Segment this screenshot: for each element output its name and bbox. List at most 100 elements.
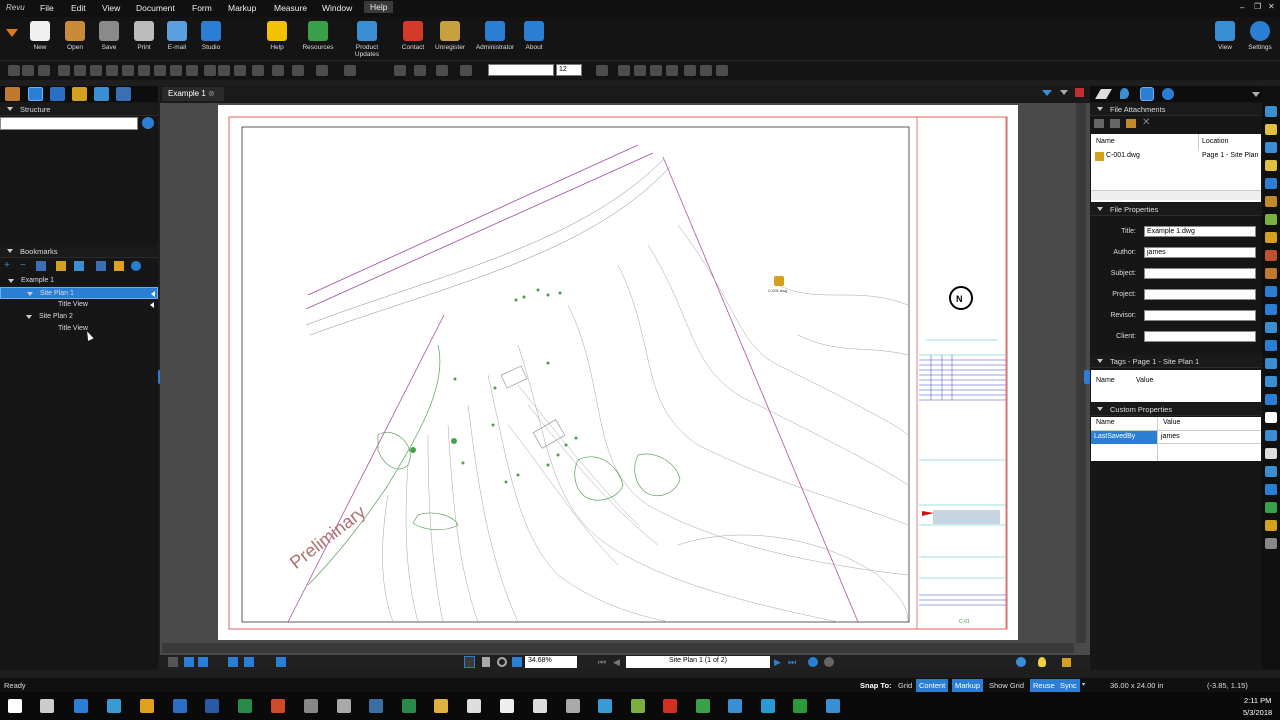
restore-button[interactable]: ❐ xyxy=(1254,2,1261,11)
task-view-icon[interactable] xyxy=(40,699,54,713)
file-attachment-icon[interactable] xyxy=(774,276,784,286)
toolbar-tool-icon[interactable] xyxy=(22,65,34,76)
close-button[interactable]: ✕ xyxy=(1268,2,1275,11)
app-icon[interactable] xyxy=(369,699,383,713)
markup-tool-icon[interactable] xyxy=(1265,340,1277,351)
bookmarks-header[interactable]: Bookmarks xyxy=(0,245,158,258)
edge-icon[interactable] xyxy=(74,699,88,713)
explorer-icon[interactable] xyxy=(434,699,448,713)
view-mode-icon[interactable] xyxy=(168,657,178,667)
bookmark-item[interactable]: Site Plan 2 xyxy=(0,311,158,323)
toolbar-tool-icon[interactable] xyxy=(460,65,472,76)
user-icon[interactable] xyxy=(1016,657,1026,667)
powerpoint-icon[interactable] xyxy=(271,699,285,713)
skype-icon[interactable] xyxy=(761,699,775,713)
horizontal-scrollbar[interactable] xyxy=(162,643,1074,653)
toolbar-tool-icon[interactable] xyxy=(8,65,20,76)
pen-tab-icon[interactable] xyxy=(1095,89,1112,99)
clock-date[interactable]: 5/3/2018 xyxy=(1243,708,1272,717)
markup-tool-icon[interactable] xyxy=(1265,124,1277,135)
attach-folder-icon[interactable] xyxy=(1094,119,1104,128)
property-field[interactable] xyxy=(1144,289,1256,300)
markup-tool-icon[interactable] xyxy=(1265,178,1277,189)
menu-form[interactable]: Form xyxy=(192,3,212,13)
about-button[interactable]: About xyxy=(512,21,556,51)
sync-toggle[interactable]: Sync xyxy=(1057,679,1080,692)
markup-tool-icon[interactable] xyxy=(1265,376,1277,387)
page-input[interactable]: Site Plan 1 (1 of 2) xyxy=(626,656,770,668)
thumbnails-tab-icon[interactable] xyxy=(5,87,20,101)
settings-tab-icon[interactable] xyxy=(1140,87,1154,101)
tab-list-icon[interactable] xyxy=(1042,90,1052,96)
bookmark-item[interactable]: Title View xyxy=(0,299,158,311)
reuse-toggle[interactable]: Reuse xyxy=(1030,679,1058,692)
split-view-icon[interactable] xyxy=(244,657,254,667)
attach-delete-icon[interactable]: ✕ xyxy=(1142,117,1150,128)
font-size-select[interactable]: 12 xyxy=(556,64,582,76)
toolbar-tool-icon[interactable] xyxy=(716,65,728,76)
markup-tool-icon[interactable] xyxy=(1265,232,1277,243)
remove-bookmark-icon[interactable]: − xyxy=(20,260,26,271)
bookmarks-tab-icon[interactable] xyxy=(28,87,43,101)
bookmark-item[interactable]: Site Plan 1 xyxy=(0,287,158,299)
markup-tool-icon[interactable] xyxy=(1265,394,1277,405)
toolbar-tool-icon[interactable] xyxy=(414,65,426,76)
menu-window[interactable]: Window xyxy=(322,3,352,13)
studio-tab-icon[interactable] xyxy=(1162,88,1174,100)
pan-tool-icon[interactable] xyxy=(464,656,475,668)
select-tool-icon[interactable] xyxy=(482,657,490,667)
attach-link-icon[interactable] xyxy=(1126,119,1136,128)
camtasia-icon[interactable] xyxy=(696,699,710,713)
markup-tool-icon[interactable] xyxy=(1265,286,1277,297)
toolbar-tool-icon[interactable] xyxy=(436,65,448,76)
structure-select[interactable] xyxy=(0,117,138,130)
bookmark-settings-icon[interactable] xyxy=(131,261,141,271)
toolbar-tool-icon[interactable] xyxy=(106,65,118,76)
markup-tool-icon[interactable] xyxy=(1265,484,1277,495)
product-updates-button[interactable]: Product Updates xyxy=(345,21,389,58)
bookmark-tool-icon[interactable] xyxy=(36,261,46,271)
markup-tool-icon[interactable] xyxy=(1265,466,1277,477)
chrome-icon[interactable] xyxy=(140,699,154,713)
revu-icon[interactable] xyxy=(467,699,481,713)
property-field[interactable]: Example 1.dwg xyxy=(1144,226,1256,237)
structure-header[interactable]: Structure xyxy=(0,103,158,116)
app-icon[interactable] xyxy=(598,699,612,713)
app-icon[interactable] xyxy=(631,699,645,713)
tab-close-icon[interactable]: ⊗ xyxy=(208,89,215,98)
property-field[interactable]: james xyxy=(1144,247,1256,258)
add-bookmark-icon[interactable]: + xyxy=(4,260,10,271)
app-icon[interactable] xyxy=(402,699,416,713)
toolbar-tool-icon[interactable] xyxy=(292,65,304,76)
app-icon[interactable] xyxy=(663,699,677,713)
lock-icon[interactable] xyxy=(1062,658,1071,667)
toolbar-tool-icon[interactable] xyxy=(90,65,102,76)
custom-name-header[interactable]: Name xyxy=(1096,419,1115,426)
toolbar-tool-icon[interactable] xyxy=(618,65,630,76)
sync-dropdown-icon[interactable]: ▾ xyxy=(1082,681,1085,688)
menu-document[interactable]: Document xyxy=(136,3,175,13)
bookmark-tool-icon[interactable] xyxy=(56,261,66,271)
custom-properties-header[interactable]: Custom Properties xyxy=(1090,403,1262,416)
camera-icon[interactable] xyxy=(500,699,514,713)
toolbar-tool-icon[interactable] xyxy=(204,65,216,76)
lightbulb-icon[interactable] xyxy=(1038,657,1046,667)
file-properties-header[interactable]: File Properties xyxy=(1090,203,1262,216)
property-field[interactable] xyxy=(1144,268,1256,279)
view-mode-icon[interactable] xyxy=(198,657,208,667)
toolbar-tool-icon[interactable] xyxy=(316,65,328,76)
app-icon[interactable] xyxy=(533,699,547,713)
menu-help[interactable]: Help xyxy=(364,1,394,13)
app-logo[interactable]: Revu xyxy=(6,3,25,12)
menu-markup[interactable]: Markup xyxy=(228,3,256,13)
document-tab[interactable]: Example 1 ⊗ xyxy=(162,87,224,101)
property-field[interactable] xyxy=(1144,331,1256,342)
panel-menu-icon[interactable] xyxy=(1252,92,1260,97)
toolbar-tool-icon[interactable] xyxy=(186,65,198,76)
font-family-select[interactable] xyxy=(488,64,554,76)
toolbar-tool-icon[interactable] xyxy=(666,65,678,76)
markup-tool-icon[interactable] xyxy=(1265,322,1277,333)
resources-button[interactable]: Resources xyxy=(296,21,340,51)
toolbar-tool-icon[interactable] xyxy=(138,65,150,76)
text-select-icon[interactable] xyxy=(512,657,522,667)
